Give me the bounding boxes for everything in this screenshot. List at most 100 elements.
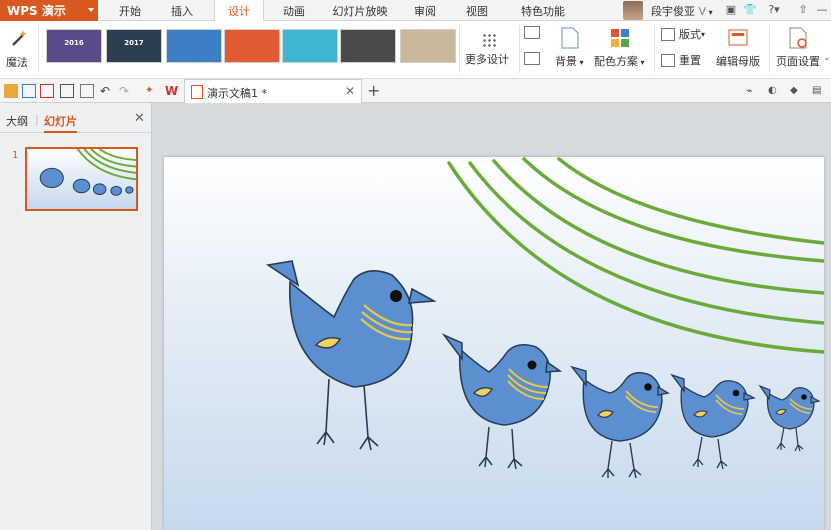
more-icon[interactable]: ▤ bbox=[812, 84, 826, 98]
tab-slideshow[interactable]: 幻灯片放映 bbox=[325, 0, 395, 21]
chevron-down-icon: ▾ bbox=[701, 29, 706, 39]
print-preview-icon[interactable] bbox=[80, 84, 94, 98]
slide-size-icon[interactable] bbox=[524, 26, 540, 39]
divider bbox=[519, 25, 520, 73]
minimize-icon[interactable]: — bbox=[815, 3, 829, 17]
edit-master-label: 编辑母版 bbox=[716, 55, 760, 68]
chevron-down-icon: ▾ bbox=[638, 58, 645, 67]
slide-editor-area bbox=[152, 103, 831, 530]
new-tab-button[interactable]: + bbox=[367, 81, 380, 100]
brush-icon[interactable]: ⌁ bbox=[746, 84, 760, 98]
wps-logo-icon[interactable]: W bbox=[165, 84, 179, 98]
bird-medium bbox=[441, 333, 563, 470]
background-icon bbox=[561, 27, 579, 49]
template-year-label: 2016 bbox=[64, 39, 84, 47]
panel-tabs: 大纲 | 幻灯片 ✕ bbox=[0, 103, 151, 133]
slide-master-icon bbox=[728, 29, 748, 46]
app-name: WPS 演示 bbox=[7, 4, 66, 18]
save-icon[interactable] bbox=[22, 84, 36, 98]
design-template-thumbnail[interactable] bbox=[224, 29, 280, 63]
app-menu-button[interactable]: WPS 演示 bbox=[0, 0, 98, 21]
layout-button[interactable]: 版式 ▾ bbox=[661, 25, 705, 43]
bird-small-1 bbox=[570, 365, 670, 479]
document-tab[interactable]: 演示文稿1 * ✕ bbox=[184, 79, 362, 103]
chevron-down-icon: ▾ bbox=[706, 8, 713, 17]
magic-wand-icon bbox=[12, 30, 27, 46]
quick-access-toolbar: ↶ ↷ ✦ W 演示文稿1 * ✕ + ⌁ ◐ ◆ ▤ bbox=[0, 79, 831, 103]
close-icon[interactable]: ✕ bbox=[345, 84, 355, 98]
design-template-thumbnail[interactable] bbox=[282, 29, 338, 63]
layout-icon bbox=[661, 27, 675, 41]
slide-canvas[interactable] bbox=[164, 157, 824, 530]
slide-number: 1 bbox=[12, 150, 19, 161]
tab-slides[interactable]: 幻灯片 bbox=[44, 113, 77, 133]
slide-thumbnail[interactable] bbox=[25, 147, 138, 211]
ribbon-expand-icon[interactable]: ⌄ bbox=[823, 53, 831, 63]
slide-artwork bbox=[265, 157, 824, 479]
page-setup-icon bbox=[789, 27, 807, 49]
layout-label: 版式 bbox=[679, 28, 701, 41]
color-scheme-label: 配色方案 bbox=[594, 55, 638, 68]
bird-small-2 bbox=[670, 373, 756, 470]
tab-special[interactable]: 特色功能 bbox=[508, 0, 578, 21]
comment-icon[interactable]: ◆ bbox=[790, 84, 804, 98]
presentation-file-icon bbox=[191, 85, 203, 99]
divider bbox=[769, 25, 770, 73]
magic-label: 魔法 bbox=[6, 56, 28, 69]
reset-label: 重置 bbox=[679, 54, 701, 67]
bird-smallest bbox=[758, 384, 821, 452]
background-button[interactable]: 背景 ▾ bbox=[551, 21, 591, 79]
wps-presentation-window: WPS 演示 开始 插入 设计 动画 幻灯片放映 审阅 视图 特色功能 段宇俊亚… bbox=[0, 0, 831, 530]
print-icon[interactable] bbox=[60, 84, 74, 98]
magic-button[interactable]: 魔法 bbox=[0, 21, 36, 79]
divider bbox=[654, 25, 655, 73]
tab-view[interactable]: 视图 bbox=[455, 0, 499, 21]
more-design-button[interactable]: 更多设计 bbox=[463, 21, 515, 79]
vip-badge-icon: V bbox=[695, 5, 707, 18]
grid-icon bbox=[482, 33, 496, 47]
color-scheme-button[interactable]: 配色方案 ▾ bbox=[592, 21, 652, 79]
menu-bar: WPS 演示 开始 插入 设计 动画 幻灯片放映 审阅 视图 特色功能 段宇俊亚… bbox=[0, 0, 831, 22]
close-icon[interactable]: ✕ bbox=[134, 111, 145, 126]
customize-icon[interactable]: ✦ bbox=[145, 84, 159, 98]
tab-review[interactable]: 审阅 bbox=[403, 0, 447, 21]
divider bbox=[38, 25, 39, 73]
reset-button[interactable]: 重置 bbox=[661, 51, 701, 69]
undo-icon[interactable]: ↶ bbox=[100, 84, 114, 98]
document-tab-title: 演示文稿1 * bbox=[207, 87, 267, 100]
design-template-thumbnail[interactable]: 2017 bbox=[106, 29, 162, 63]
user-name[interactable]: 段宇俊亚 V ▾ bbox=[651, 3, 713, 19]
page-setup-button[interactable]: 页面设置 bbox=[774, 21, 824, 79]
color-palette-icon bbox=[611, 29, 629, 47]
page-setup-label: 页面设置 bbox=[776, 55, 820, 68]
design-template-thumbnail[interactable] bbox=[340, 29, 396, 63]
help-icon[interactable]: ?▾ bbox=[763, 3, 785, 17]
share-icon[interactable]: ◐ bbox=[768, 84, 782, 98]
tab-start[interactable]: 开始 bbox=[108, 0, 152, 21]
export-pdf-icon[interactable] bbox=[40, 84, 54, 98]
divider bbox=[459, 25, 460, 73]
design-ribbon: 魔法 2016 2017 更多设计 背景 ▾ 配色方案 ▾ 版式 ▾ 重置 编辑… bbox=[0, 21, 831, 79]
tab-outline[interactable]: 大纲 bbox=[6, 113, 28, 129]
upload-icon[interactable]: ⇧ bbox=[796, 3, 810, 17]
tab-design[interactable]: 设计 bbox=[214, 0, 264, 22]
reset-icon bbox=[661, 53, 675, 67]
slide-thumbnail-image bbox=[27, 149, 136, 209]
shirt-icon[interactable]: 👕 bbox=[743, 3, 757, 17]
green-arcs bbox=[447, 157, 824, 354]
tab-animation[interactable]: 动画 bbox=[272, 0, 316, 21]
design-template-thumbnail[interactable] bbox=[400, 29, 456, 63]
slide-format-icon[interactable] bbox=[524, 52, 540, 65]
background-label: 背景 bbox=[555, 55, 577, 68]
skin-icon[interactable]: ▣ bbox=[724, 3, 738, 17]
redo-icon[interactable]: ↷ bbox=[119, 84, 133, 98]
design-template-thumbnail[interactable]: 2016 bbox=[46, 29, 102, 63]
chevron-down-icon: ▾ bbox=[577, 58, 584, 67]
open-icon[interactable] bbox=[4, 84, 18, 98]
tab-insert[interactable]: 插入 bbox=[160, 0, 204, 21]
avatar[interactable] bbox=[623, 1, 643, 20]
more-design-label: 更多设计 bbox=[465, 53, 509, 66]
design-template-thumbnail[interactable] bbox=[166, 29, 222, 63]
slide-panel: 大纲 | 幻灯片 ✕ 1 bbox=[0, 103, 152, 530]
edit-master-button[interactable]: 编辑母版 bbox=[714, 21, 764, 79]
